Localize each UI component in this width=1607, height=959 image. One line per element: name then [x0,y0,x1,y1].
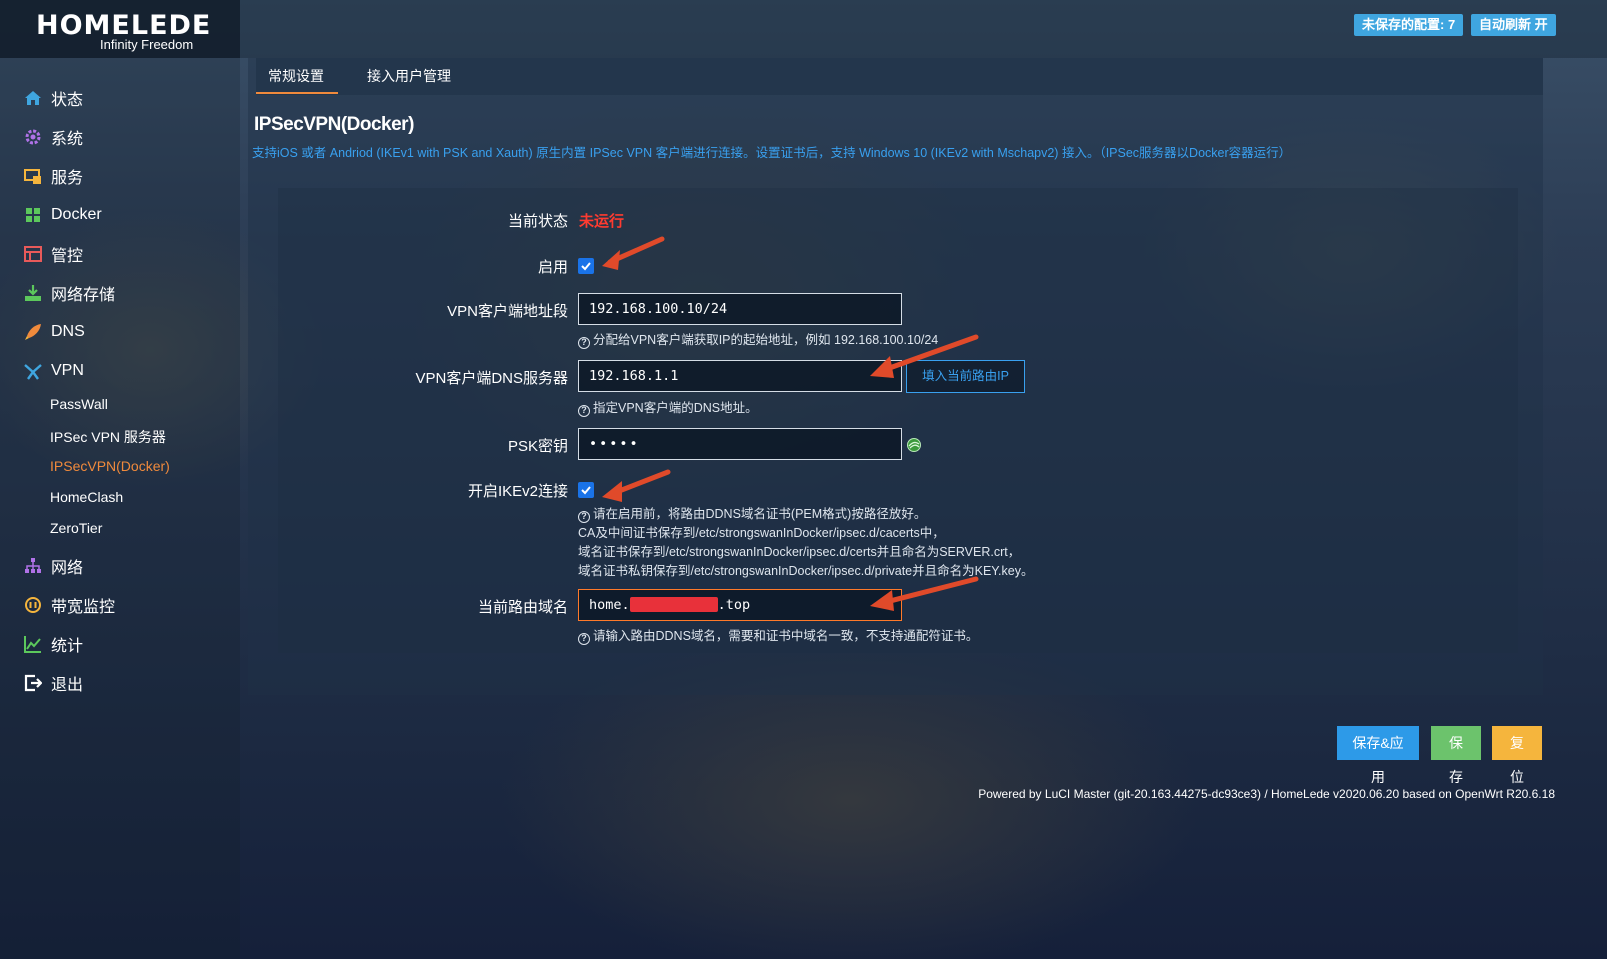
annotation-arrow [602,236,665,270]
tab-general-settings[interactable]: 常规设置 [268,66,324,86]
sidebar-subitem-ipsec-server[interactable]: IPSec VPN 服务器 [50,427,166,447]
annotation-arrow [870,334,979,378]
sidebar-item-label: 退出 [51,677,84,694]
ikev2-hint: ? 请在启用前，将路由DDNS域名证书(PEM格式)按路径放好。 CA及中间证书保… [578,505,1033,581]
page-description: 支持iOS 或者 Andriod (IKEv1 with PSK and Xau… [252,146,1292,160]
gear-icon [25,129,41,145]
sidebar-item-label: Docker [51,206,102,223]
logo[interactable]: HOMELEDE Infinity Freedom [0,0,240,58]
sidebar-item-dns[interactable]: DNS [24,320,85,344]
sidebar-item-docker[interactable]: Docker [24,203,102,227]
annotation-arrow [870,576,979,611]
docker-icon [26,208,40,222]
client-subnet-input[interactable] [578,293,902,325]
sidebar-subitem-homeclash[interactable]: HomeClash [50,489,123,505]
control-icon [24,246,42,262]
status-value: 未运行 [579,213,625,230]
sidebar-item-label: 统计 [51,638,84,655]
redaction-mark [630,597,718,612]
ikev2-checkbox[interactable] [578,482,594,498]
help-icon: ? [578,633,590,645]
sidebar-item-system[interactable]: 系统 [24,125,83,149]
home-icon [25,91,41,105]
ikev2-hint-line: 域名证书保存到/etc/strongswanInDocker/ipsec.d/c… [578,545,1021,559]
status-label: 当前状态 [507,213,568,230]
dns-server-input[interactable] [578,360,902,392]
sidebar-item-network[interactable]: 网络 [24,554,83,578]
auto-refresh-toggle[interactable]: 自动刷新 开 [1471,14,1556,36]
psk-input[interactable] [578,428,902,460]
domain-label: 当前路由域名 [477,599,568,616]
sidebar-item-vpn[interactable]: VPN [24,359,84,383]
bandwidth-icon [25,597,41,613]
sidebar-item-label: 状态 [51,92,84,109]
enable-label: 启用 [537,259,568,276]
ikev2-hint-line: ? 请在启用前，将路由DDNS域名证书(PEM格式)按路径放好。 [578,505,1033,524]
sidebar-subitem-passwall[interactable]: PassWall [50,396,108,412]
reset-button[interactable]: 复位 [1492,726,1542,785]
sidebar-item-label: 系统 [51,131,84,148]
ikev2-hint-line: CA及中间证书保存到/etc/strongswanInDocker/ipsec.… [578,526,945,540]
tab-user-management[interactable]: 接入用户管理 [367,66,451,86]
sidebar-item-label: 管控 [51,248,84,265]
network-icon [25,558,41,573]
sidebar-item-label: VPN [51,362,84,379]
check-icon [581,486,591,495]
storage-icon [25,285,41,301]
logo-tagline: Infinity Freedom [100,37,194,52]
domain-hint: ? 请输入路由DDNS域名，需要和证书中域名一致，不支持通配符证书。 [578,627,978,646]
save-apply-button[interactable]: 保存&应用 [1337,726,1419,785]
enable-checkbox[interactable] [578,258,594,274]
reveal-password-icon[interactable] [906,437,922,453]
ikev2-hint-text: 请在启用前，将路由DDNS域名证书(PEM格式)按路径放好。 [593,507,927,521]
domain-prefix: home. [589,597,630,613]
ikev2-label: 开启IKEv2连接 [467,483,568,500]
sidebar-item-label: 网络 [51,560,84,577]
page-title: IPSecVPN(Docker) [254,114,414,135]
save-button[interactable]: 保存 [1431,726,1481,785]
sidebar-subitem-ipsecvpn-docker[interactable]: IPSecVPN(Docker) [50,458,170,474]
sidebar-item-label: 服务 [51,170,84,187]
unsaved-changes-badge[interactable]: 未保存的配置: 7 [1354,14,1464,36]
help-icon: ? [578,337,590,349]
active-tab-indicator [256,92,338,94]
dns-label: VPN客户端DNS服务器 [415,370,568,387]
dns-hint: ? 指定VPN客户端的DNS地址。 [578,399,758,418]
logout-icon [24,674,42,692]
sidebar-item-status[interactable]: 状态 [24,86,83,110]
sidebar-subitem-zerotier[interactable]: ZeroTier [50,520,102,536]
domain-suffix: .top [717,597,751,613]
router-domain-input[interactable]: home. .top [578,589,902,621]
sidebar-item-label: 带宽监控 [51,599,116,616]
help-icon: ? [578,511,590,523]
sidebar-item-statistics[interactable]: 统计 [24,632,83,656]
sidebar-item-control[interactable]: 管控 [24,242,83,266]
sidebar-item-logout[interactable]: 退出 [24,671,83,695]
sidebar-item-label: 网络存储 [51,287,116,304]
vpn-icon [24,364,42,380]
help-icon: ? [578,405,590,417]
sidebar [0,58,240,959]
rocket-icon [25,324,41,340]
footer-text: Powered by LuCI Master (git-20.163.44275… [978,787,1555,801]
dns-hint-text: 指定VPN客户端的DNS地址。 [593,401,758,415]
sidebar-item-label: DNS [51,323,85,340]
psk-label: PSK密钥 [507,438,568,455]
sidebar-item-bandwidth[interactable]: 带宽监控 [24,593,115,617]
sidebar-item-storage[interactable]: 网络存储 [24,281,115,305]
sidebar-item-services[interactable]: 服务 [24,164,83,188]
annotation-arrow [602,469,671,502]
services-icon [24,169,41,184]
check-icon [581,262,591,271]
domain-hint-text: 请输入路由DDNS域名，需要和证书中域名一致，不支持通配符证书。 [593,629,979,643]
client-subnet-label: VPN客户端地址段 [447,303,568,320]
chart-icon [24,636,41,653]
